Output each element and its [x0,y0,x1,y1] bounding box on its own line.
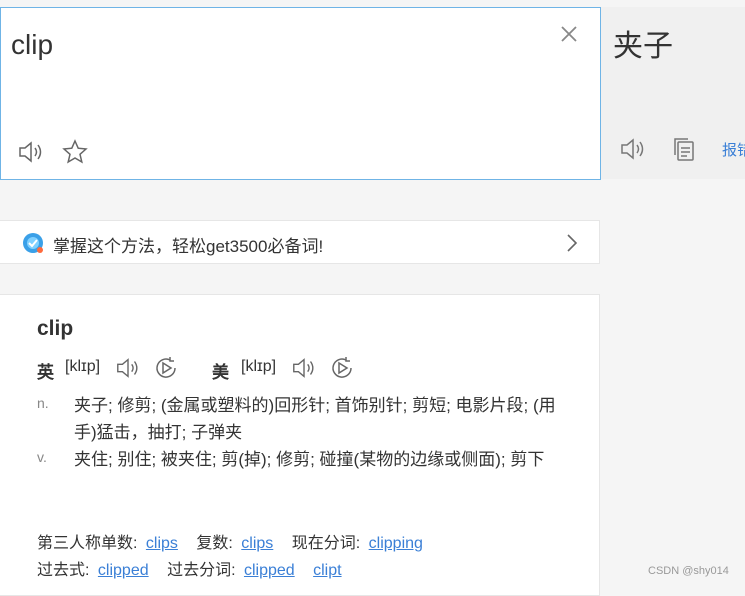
us-play-icon[interactable] [329,355,355,381]
pronunciation-row: 英 [klɪp] 美 [klɪp] [37,353,577,383]
past-participle-link[interactable]: clipped [244,562,295,579]
us-speaker-icon[interactable] [291,355,317,381]
us-ipa: [klɪp] [241,358,277,375]
copy-icon[interactable] [671,135,697,163]
promo-banner[interactable]: 掌握这个方法，轻松get3500必备词! [0,220,600,264]
chevron-right-icon[interactable] [565,233,579,253]
part-of-speech: v. [37,449,47,465]
third-person-label: 第三人称单数: [37,535,138,552]
uk-play-icon[interactable] [153,355,179,381]
past-link[interactable]: clipped [98,562,149,579]
word-forms-row-2: 过去式: clipped 过去分词: clipped clipt [37,556,356,580]
plural-link[interactable]: clips [241,535,273,552]
past-participle-alt-link[interactable]: clipt [313,562,341,579]
watermark: CSDN @shy014 [648,565,729,577]
third-person-link[interactable]: clips [146,535,178,552]
translation-result-panel: 夹子 报错 [601,7,745,179]
plural-label: 复数: [196,535,233,552]
promo-text: 掌握这个方法，轻松get3500必备词! [53,237,324,256]
past-participle-label: 过去分词: [167,562,236,579]
past-label: 过去式: [37,562,90,579]
dictionary-card: clip 英 [klɪp] 美 [klɪp] n. 夹子; 修剪; (金属或塑料… [0,294,600,596]
query-text[interactable]: clip [11,29,53,61]
part-of-speech: n. [37,395,49,411]
present-participle-link[interactable]: clipping [369,535,423,552]
word-forms-row-1: 第三人称单数: clips 复数: clips 现在分词: clipping [37,529,437,553]
definition-verb: v. 夹住; 别住; 被夹住; 剪(掉); 修剪; 碰撞(某物的边缘或侧面); … [37,446,567,473]
star-icon[interactable] [61,138,89,166]
report-error-link[interactable]: 报错 [722,139,745,160]
translation-text: 夹子 [613,30,673,63]
definition-text: 夹子; 修剪; (金属或塑料的)回形针; 首饰别针; 剪短; 电影片段; (用手… [74,396,556,442]
close-icon[interactable] [559,24,579,44]
definition-noun: n. 夹子; 修剪; (金属或塑料的)回形针; 首饰别针; 剪短; 电影片段; … [37,392,567,446]
definition-text: 夹住; 别住; 被夹住; 剪(掉); 修剪; 碰撞(某物的边缘或侧面); 剪下 [74,450,545,469]
speaker-icon[interactable] [619,135,647,163]
uk-label: 英 [37,363,54,382]
present-participle-label: 现在分词: [291,535,361,552]
promo-badge-icon [22,232,44,254]
us-label: 美 [212,363,229,382]
uk-ipa: [klɪp] [65,358,101,375]
uk-speaker-icon[interactable] [115,355,141,381]
source-input-panel[interactable]: clip [0,7,601,180]
headword: clip [37,317,74,340]
speaker-icon[interactable] [17,138,45,166]
